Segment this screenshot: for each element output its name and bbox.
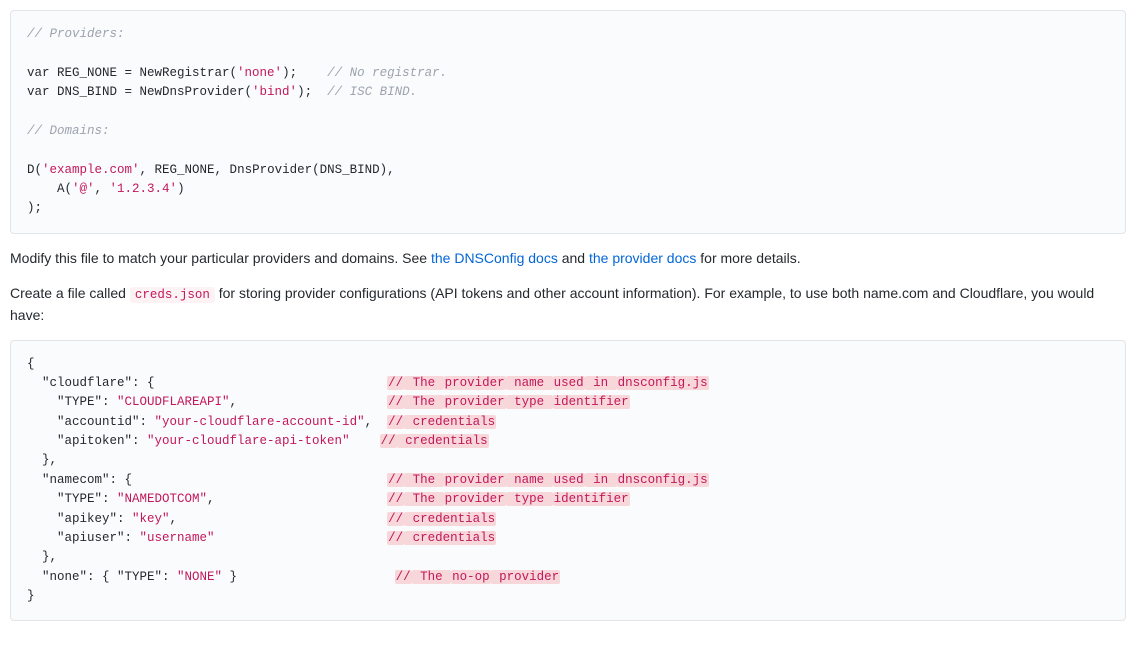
paragraph-modify: Modify this file to match your particula…	[10, 248, 1126, 269]
comment: // Domains:	[27, 124, 110, 138]
code-block-creds: { "cloudflare": { // The provider name u…	[10, 340, 1126, 622]
link-dnsconfig-docs[interactable]: the DNSConfig docs	[431, 250, 558, 266]
code-block-dnsconfig: // Providers: var REG_NONE = NewRegistra…	[10, 10, 1126, 234]
inline-code-creds: creds.json	[130, 287, 215, 303]
link-provider-docs[interactable]: the provider docs	[589, 250, 696, 266]
comment: // Providers:	[27, 27, 125, 41]
paragraph-creds: Create a file called creds.json for stor…	[10, 283, 1126, 326]
